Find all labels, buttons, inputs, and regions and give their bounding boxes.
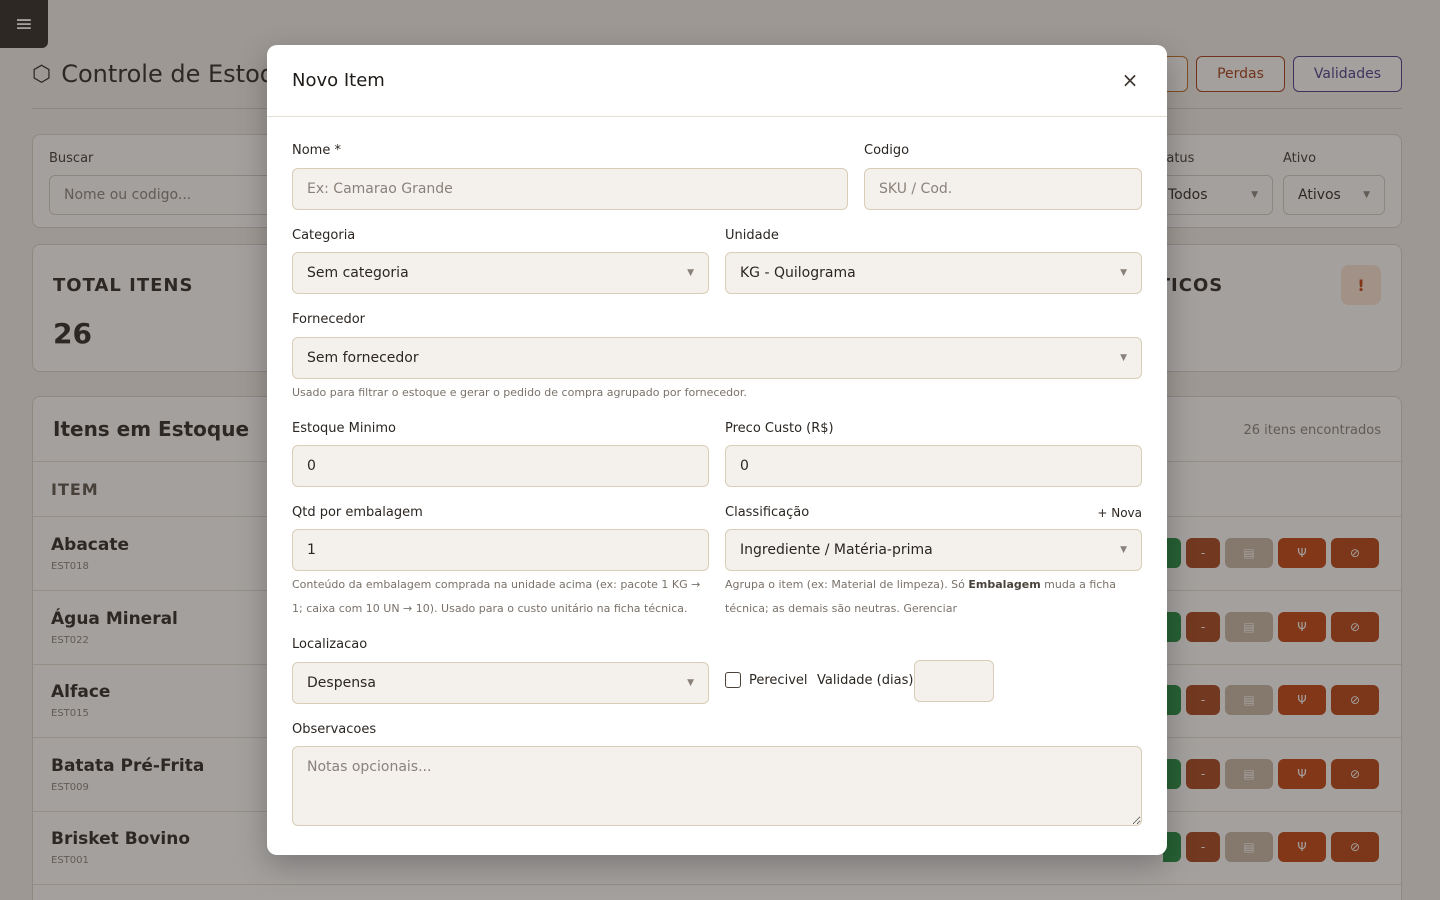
fornecedor-select[interactable]: Sem fornecedor ▼ [292, 337, 1142, 379]
unidade-label: Unidade [725, 228, 779, 243]
chevron-down-icon: ▼ [1120, 353, 1127, 363]
preco-label: Preco Custo (R$) [725, 421, 834, 436]
modal-header: Novo Item × [267, 45, 1167, 117]
classificacao-hint: Agrupa o item (ex: Material de limpeza).… [725, 573, 1142, 621]
chevron-down-icon: ▼ [1120, 545, 1127, 555]
classificacao-value: Ingrediente / Matéria-prima [740, 542, 933, 558]
nome-input[interactable] [292, 168, 848, 210]
perecivel-label: Perecivel [749, 672, 808, 688]
nova-classificacao-link[interactable]: + Nova [1097, 506, 1142, 520]
chevron-down-icon: ▼ [1120, 268, 1127, 278]
unidade-select[interactable]: KG - Quilograma ▼ [725, 252, 1142, 294]
obs-textarea[interactable] [292, 746, 1142, 826]
unidade-value: KG - Quilograma [740, 265, 856, 281]
fornecedor-value: Sem fornecedor [307, 350, 419, 366]
obs-label: Observacoes [292, 722, 377, 737]
estoque-min-label: Estoque Minimo [292, 421, 396, 436]
qtd-label: Qtd por embalagem [292, 505, 423, 520]
chevron-down-icon: ▼ [687, 268, 694, 278]
modal-title: Novo Item [292, 70, 385, 91]
localizacao-label: Localizacao [292, 637, 368, 652]
categoria-select[interactable]: Sem categoria ▼ [292, 252, 709, 294]
classificacao-hint-text: Agrupa o item (ex: Material de limpeza).… [725, 578, 969, 591]
fornecedor-label: Fornecedor [292, 312, 366, 327]
codigo-label: Codigo [864, 143, 910, 158]
categoria-label: Categoria [292, 228, 356, 243]
qtd-input[interactable] [292, 529, 709, 571]
codigo-input[interactable] [864, 168, 1142, 210]
validade-dias-input[interactable] [914, 660, 994, 702]
localizacao-value: Despensa [307, 675, 376, 691]
classificacao-label: Classificação [725, 505, 810, 520]
qtd-hint: Conteúdo da embalagem comprada na unidad… [292, 578, 701, 615]
classificacao-hint-bold: Embalagem [968, 578, 1041, 591]
classificacao-select[interactable]: Ingrediente / Matéria-prima ▼ [725, 529, 1142, 571]
localizacao-select[interactable]: Despensa ▼ [292, 662, 709, 704]
preco-input[interactable] [725, 445, 1142, 487]
nome-label: Nome * [292, 143, 341, 158]
close-icon[interactable]: × [1117, 67, 1143, 93]
perecivel-checkbox-wrap[interactable]: Perecivel [725, 672, 808, 688]
perecivel-checkbox[interactable] [725, 672, 741, 688]
chevron-down-icon: ▼ [687, 678, 694, 688]
validade-label: Validade (dias) [817, 673, 914, 688]
categoria-value: Sem categoria [307, 265, 409, 281]
fornecedor-hint: Usado para filtrar o estoque e gerar o p… [292, 386, 747, 399]
new-item-modal: Novo Item × Nome * Codigo Categoria Sem … [267, 45, 1167, 855]
estoque-min-input[interactable] [292, 445, 709, 487]
